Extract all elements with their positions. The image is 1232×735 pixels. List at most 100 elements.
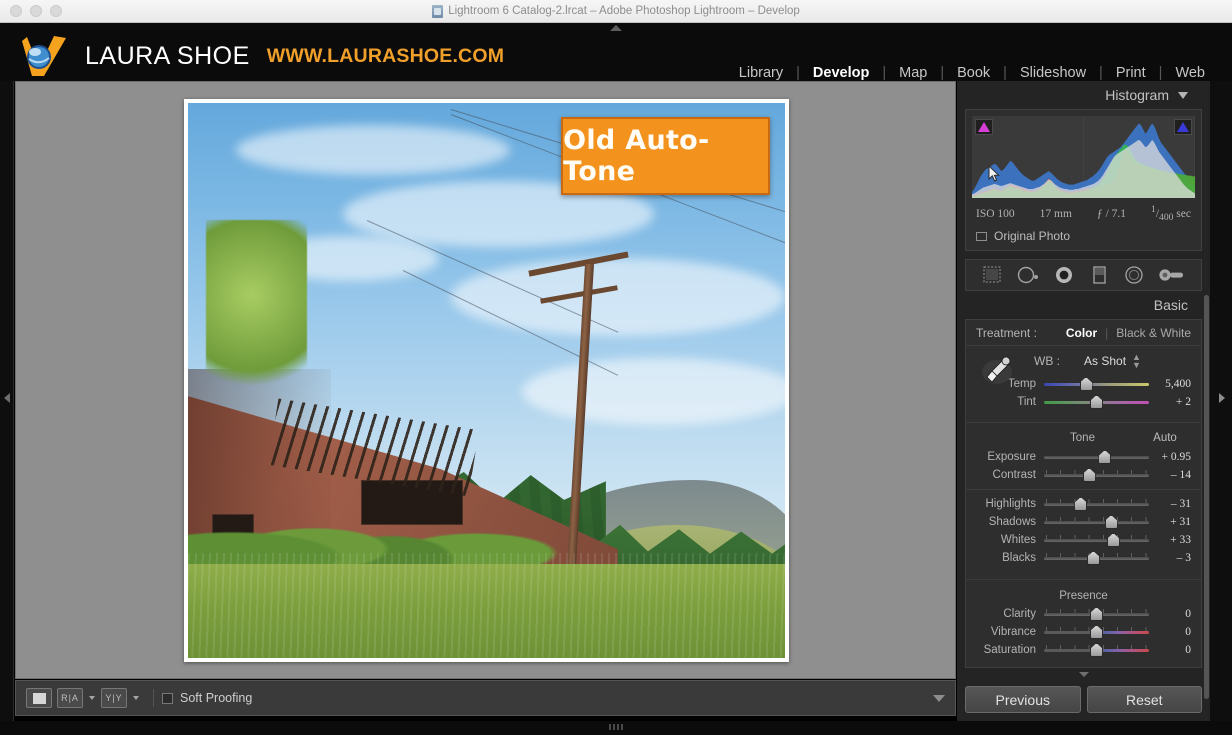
wb-value[interactable]: As Shot [1084, 354, 1126, 368]
white-balance-eyedropper-icon[interactable] [980, 354, 1014, 388]
bottom-panel-grip-icon[interactable] [609, 724, 623, 730]
slider-track-area[interactable] [1044, 515, 1149, 530]
previous-button[interactable]: Previous [965, 686, 1081, 713]
presence-label: Presence [1059, 590, 1108, 603]
red-eye-icon[interactable] [1053, 265, 1075, 285]
module-book[interactable]: Book [944, 65, 1003, 81]
image-canvas[interactable]: Old Auto-Tone [15, 81, 956, 679]
right-panel-scrollbar[interactable] [1204, 295, 1209, 699]
reset-button[interactable]: Reset [1086, 686, 1202, 713]
slider-track-area[interactable] [1044, 468, 1149, 483]
shutter-numerator: 1 [1151, 204, 1156, 215]
slider-track-area[interactable] [1044, 497, 1149, 512]
module-web[interactable]: Web [1162, 65, 1218, 81]
treatment-black-and-white-option[interactable]: Black & White [1116, 326, 1191, 340]
slider-track-area[interactable] [1044, 377, 1149, 392]
grass-texture [188, 552, 785, 658]
slider-knob[interactable] [1090, 395, 1103, 410]
slider-value: – 31 [1170, 498, 1191, 511]
left-panel-collapsed-strip[interactable] [0, 81, 14, 721]
cloud [450, 258, 785, 337]
window-title: Lightroom 6 Catalog-2.lrcat – Adobe Phot… [448, 5, 800, 17]
module-develop[interactable]: Develop [800, 65, 882, 81]
crop-icon[interactable] [981, 265, 1003, 285]
slider-track [1044, 474, 1149, 478]
compare-view-icon[interactable]: R|A [57, 688, 83, 708]
slider-track-area[interactable] [1044, 607, 1149, 622]
module-map[interactable]: Map [886, 65, 940, 81]
slider-exposure[interactable]: Exposure + 0.95 [966, 448, 1201, 466]
bottom-panel-strip[interactable] [0, 721, 1232, 735]
graduated-filter-icon[interactable] [1088, 265, 1110, 285]
auto-tone-button[interactable]: Auto [1139, 432, 1191, 444]
view-toolbar[interactable]: R|A Y|Y Soft Proofing [15, 680, 956, 716]
module-library[interactable]: Library [726, 65, 796, 81]
workspace: Old Auto-Tone R|A Y|Y Soft Proofing Hist… [0, 81, 1232, 721]
slider-track-area[interactable] [1044, 450, 1149, 465]
survey-view-icon[interactable]: Y|Y [101, 688, 127, 708]
slider-track-area[interactable] [1044, 551, 1149, 566]
top-panel-arrow-icon[interactable] [610, 25, 622, 31]
slider-vibrance[interactable]: Vibrance 0 [966, 623, 1201, 641]
slider-knob[interactable] [1098, 450, 1112, 465]
slider-highlights[interactable]: Highlights – 31 [966, 495, 1201, 513]
slider-knob[interactable] [1079, 377, 1093, 392]
app-header: LAURA SHOE WWW.LAURASHOE.COM Library | D… [0, 23, 1232, 81]
slider-blacks[interactable]: Blacks – 3 [966, 549, 1201, 567]
compare-view-chevron-down-icon[interactable] [89, 696, 95, 700]
slider-track-area[interactable] [1044, 533, 1149, 548]
slider-saturation[interactable]: Saturation 0 [966, 641, 1201, 659]
spot-removal-icon[interactable] [1016, 265, 1040, 285]
left-panel-arrow-icon[interactable] [4, 393, 10, 403]
histogram-chart[interactable] [972, 116, 1195, 198]
loupe-view-icon[interactable] [26, 688, 52, 708]
original-photo-checkbox[interactable] [976, 231, 987, 241]
treatment-row: Treatment : Color | Black & White [966, 320, 1201, 347]
chevron-down-icon[interactable] [1178, 91, 1188, 99]
histogram-panel-header[interactable]: Histogram [957, 81, 1210, 109]
lightroom-catalog-icon [432, 4, 444, 18]
identity-plate[interactable]: LAURA SHOE WWW.LAURASHOE.COM [22, 35, 504, 77]
slider-label: Blacks [1002, 552, 1036, 565]
photo-frame: Old Auto-Tone [184, 99, 789, 662]
panel-collapse-caret-icon[interactable] [1078, 672, 1089, 677]
shutter-denominator: 400 [1159, 212, 1174, 224]
module-print[interactable]: Print [1103, 65, 1159, 81]
radial-filter-icon[interactable] [1123, 265, 1145, 285]
developed-photo[interactable]: Old Auto-Tone [188, 103, 785, 658]
module-slideshow[interactable]: Slideshow [1007, 65, 1099, 81]
slider-label: Contrast [992, 469, 1036, 482]
treatment-options[interactable]: Color | Black & White [1066, 326, 1201, 340]
slider-track-area[interactable] [1044, 625, 1149, 640]
slider-track-area[interactable] [1044, 643, 1149, 658]
basic-panel-header[interactable]: Basic [957, 291, 1210, 319]
slider-contrast[interactable]: Contrast – 14 [966, 466, 1201, 484]
slider-track-area[interactable] [1044, 395, 1149, 410]
up-down-spinner-icon[interactable]: ▲ ▼ [1132, 353, 1141, 370]
module-picker[interactable]: Library | Develop | Map | Book | Slidesh… [726, 65, 1218, 81]
survey-view-chevron-down-icon[interactable] [133, 696, 139, 700]
treatment-color-option[interactable]: Color [1066, 326, 1097, 340]
toolbar-chevron-down-icon[interactable] [933, 694, 945, 702]
mouse-cursor [988, 165, 1000, 182]
original-photo-row[interactable]: Original Photo [972, 225, 1195, 245]
slider-clarity[interactable]: Clarity 0 [966, 605, 1201, 623]
slider-track [1044, 539, 1149, 543]
slider-whites[interactable]: Whites + 33 [966, 531, 1201, 549]
panel-divider [966, 579, 1201, 581]
adjustment-brush-icon[interactable] [1158, 265, 1186, 285]
exif-shutter-speed: 1/400 sec [1151, 204, 1191, 224]
slider-tint[interactable]: Tint + 2 [966, 393, 1201, 411]
highlight-clipping-triangle-icon[interactable] [1174, 119, 1192, 135]
soft-proofing-checkbox[interactable] [162, 692, 173, 704]
slider-value: 5,400 [1165, 378, 1191, 391]
shadow-clipping-triangle-icon[interactable] [975, 119, 993, 135]
white-balance-block: WB : As Shot ▲ ▼ Temp 5,400 Tint + 2 [966, 346, 1201, 424]
develop-tool-strip[interactable] [965, 259, 1202, 292]
panel-action-buttons[interactable]: Previous Reset [965, 686, 1202, 713]
slider-shadows[interactable]: Shadows + 31 [966, 513, 1201, 531]
right-panel-collapsed-strip[interactable] [1210, 81, 1232, 721]
slider-value: 0 [1185, 608, 1191, 621]
right-panel-arrow-icon[interactable] [1219, 393, 1225, 403]
slider-value: – 3 [1176, 552, 1191, 565]
